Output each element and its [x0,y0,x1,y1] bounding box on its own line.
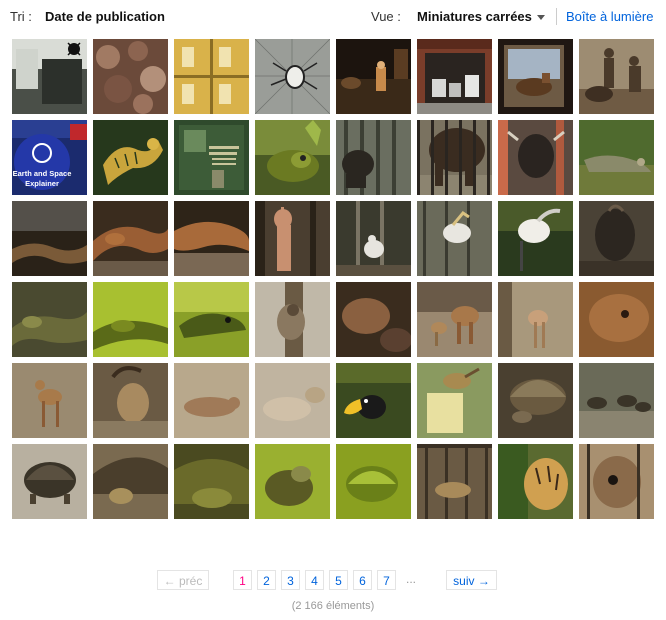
page-1-button[interactable]: 1 [233,570,252,590]
photo-thumbnail[interactable]: Earth and Space Explainer [12,120,87,195]
photo-thumbnail[interactable] [498,201,573,276]
view-label: Vue : [371,9,401,24]
photo-thumbnail[interactable] [498,39,573,114]
chevron-down-icon[interactable] [537,15,545,20]
photo-thumbnail[interactable] [255,444,330,519]
photo-thumbnail[interactable] [579,120,654,195]
page-6-button[interactable]: 6 [353,570,372,590]
toolbar: Tri : Date de publication Vue : Miniatur… [0,0,666,34]
photo-thumbnail[interactable] [579,201,654,276]
page-5-button[interactable]: 5 [329,570,348,590]
photo-thumbnail[interactable] [255,120,330,195]
photo-thumbnail[interactable] [12,39,87,114]
photo-thumbnail[interactable] [417,444,492,519]
photo-thumbnail[interactable] [174,201,249,276]
photo-thumbnail[interactable] [417,120,492,195]
photo-thumbnail[interactable] [336,120,411,195]
photo-thumbnail[interactable] [93,363,168,438]
photo-grid: Earth and Space Explainer [12,39,656,519]
photo-thumbnail[interactable] [93,282,168,357]
prev-page-button: ← préc [157,570,209,590]
page-4-button[interactable]: 4 [305,570,324,590]
pagination-ellipsis: ... [406,572,417,586]
photo-thumbnail[interactable] [255,39,330,114]
photo-thumbnail[interactable] [579,282,654,357]
photo-thumbnail[interactable] [417,39,492,114]
page-7-button[interactable]: 7 [377,570,396,590]
photo-thumbnail[interactable] [93,444,168,519]
photo-thumbnail[interactable] [336,363,411,438]
toolbar-divider [556,8,557,25]
photo-thumbnail[interactable] [174,120,249,195]
sort-dropdown[interactable]: Date de publication [45,9,165,24]
photo-thumbnail[interactable] [417,363,492,438]
photo-thumbnail[interactable] [255,363,330,438]
photo-thumbnail[interactable] [12,444,87,519]
photo-thumbnail[interactable] [417,282,492,357]
photo-thumbnail[interactable] [336,444,411,519]
photo-thumbnail[interactable] [93,120,168,195]
photo-thumbnail[interactable] [498,444,573,519]
photo-thumbnail[interactable] [579,39,654,114]
photo-thumbnail[interactable] [174,39,249,114]
photo-thumbnail[interactable] [417,201,492,276]
photo-thumbnail[interactable] [174,363,249,438]
photo-thumbnail[interactable] [498,282,573,357]
photo-thumbnail[interactable] [255,201,330,276]
sort-label: Tri : [10,9,32,24]
photo-thumbnail[interactable] [93,201,168,276]
page-3-button[interactable]: 3 [281,570,300,590]
photo-thumbnail[interactable] [12,363,87,438]
photo-thumbnail[interactable] [498,120,573,195]
lightbox-link[interactable]: Boîte à lumière [566,9,653,24]
photo-thumbnail[interactable] [174,444,249,519]
pagination: ← préc 1 2 3 4 5 6 7 ... suiv → [0,570,666,592]
svg-text:Earth and Space: Earth and Space [13,169,72,178]
view-dropdown[interactable]: Miniatures carrées [417,9,532,24]
photo-thumbnail[interactable] [579,444,654,519]
photo-thumbnail[interactable] [174,282,249,357]
svg-text:Explainer: Explainer [25,179,59,188]
photo-thumbnail[interactable] [12,282,87,357]
photo-thumbnail[interactable] [255,282,330,357]
page-2-button[interactable]: 2 [257,570,276,590]
photo-thumbnail[interactable] [93,39,168,114]
photo-thumbnail[interactable] [336,282,411,357]
photo-thumbnail[interactable] [579,363,654,438]
photo-thumbnail[interactable] [498,363,573,438]
item-count: (2 166 éléments) [291,600,375,612]
photo-thumbnail[interactable] [336,39,411,114]
photo-thumbnail[interactable] [336,201,411,276]
next-page-button[interactable]: suiv → [446,570,497,590]
photo-thumbnail[interactable] [12,201,87,276]
